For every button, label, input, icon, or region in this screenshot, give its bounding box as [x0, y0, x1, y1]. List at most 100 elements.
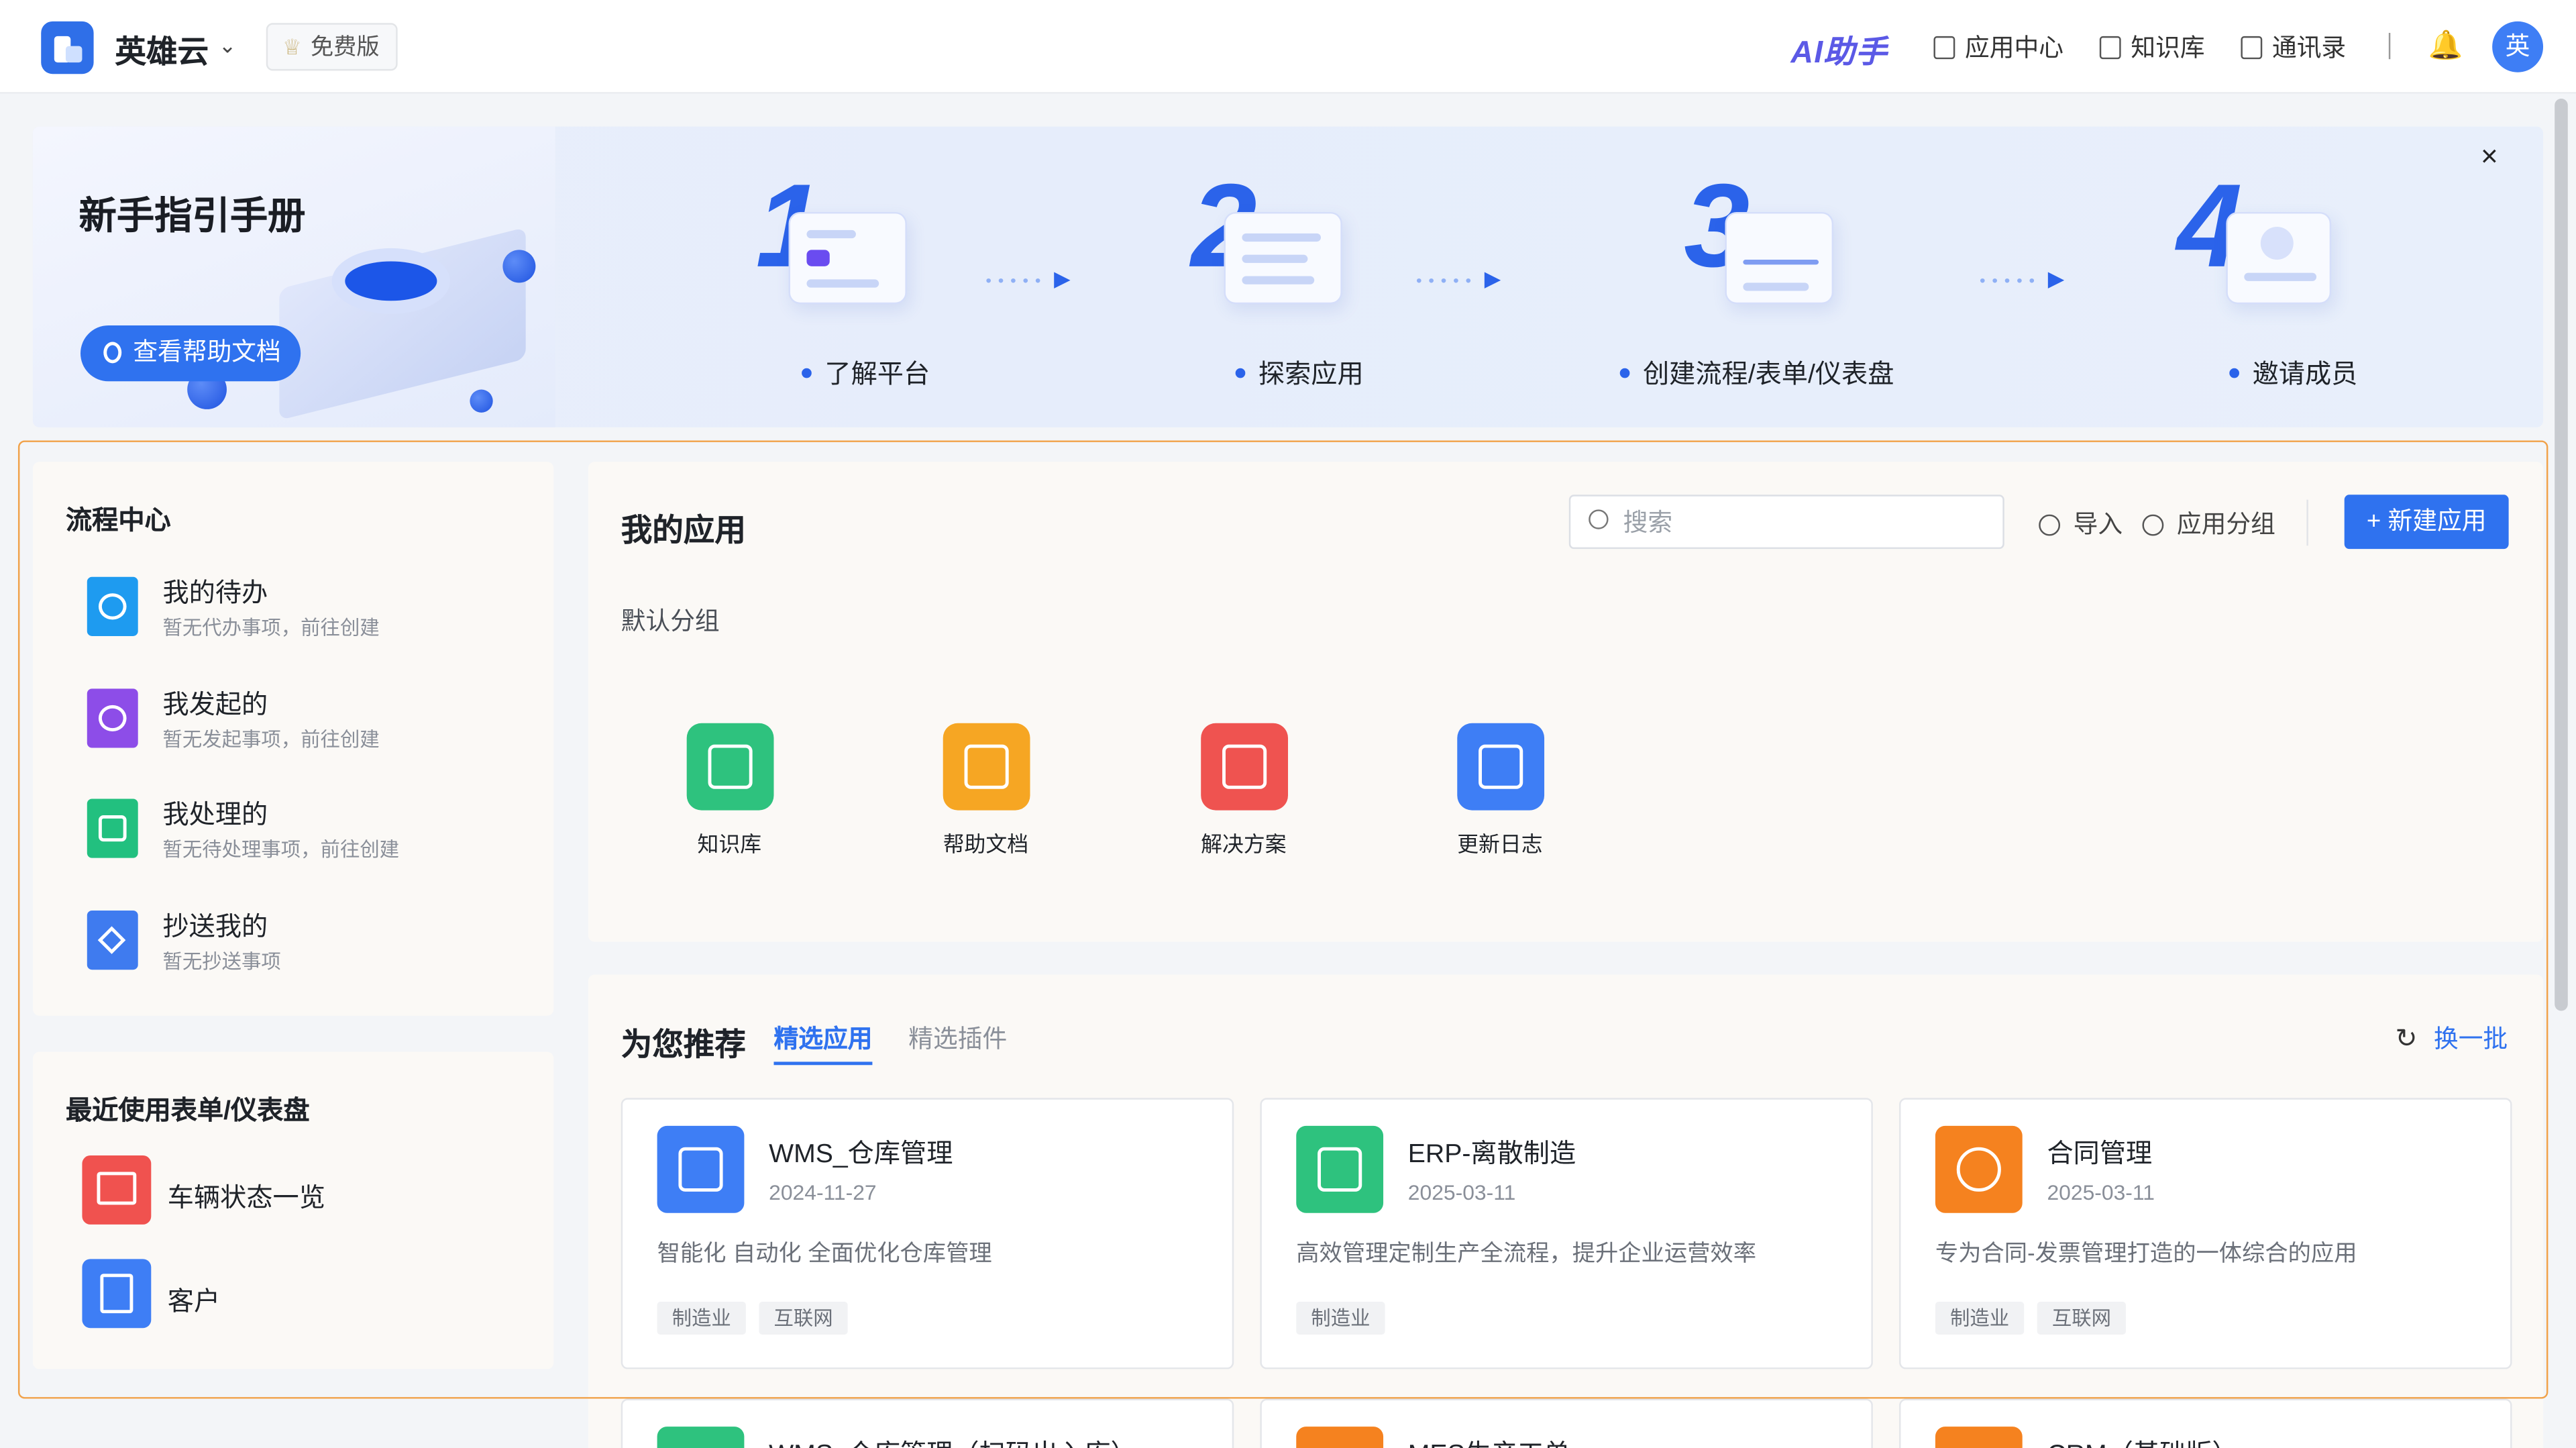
card-title: MES生产工单 [1408, 1432, 1570, 1448]
recommend-card-wms-scan[interactable]: WMS_仓库管理（扫码出入库） [621, 1398, 1234, 1448]
import-button[interactable]: 导入 [2039, 506, 2123, 540]
app-grouping-label: 应用分组 [2176, 511, 2275, 539]
tab-featured-apps[interactable]: 精选应用 [773, 1021, 873, 1066]
app-logo-icon[interactable] [41, 21, 94, 74]
flow-item-cc-me[interactable]: 抄送我的 暂无抄送事项 [87, 904, 547, 983]
location-pin-icon [103, 342, 122, 364]
recent-forms-title: 最近使用表单/仪表盘 [65, 1098, 310, 1126]
close-icon[interactable]: × [2481, 140, 2498, 174]
bell-icon[interactable]: 🔔 [2428, 30, 2463, 62]
nav-divider [2388, 32, 2391, 60]
warehouse-icon [657, 1125, 745, 1213]
user-avatar[interactable]: 英 [2492, 21, 2544, 72]
recent-item-customer[interactable]: 客户 [82, 1259, 542, 1329]
cloud-upload-icon [2039, 514, 2061, 536]
flow-item-my-todo[interactable]: 我的待办 暂无代办事项，前往创建 [87, 570, 547, 650]
nav-app-center[interactable]: 应用中心 [1933, 30, 2063, 64]
flow-item-initiated[interactable]: 我发起的 暂无发起事项，前往创建 [87, 682, 547, 762]
recommend-card-contract[interactable]: 合同管理 2025-03-11 专为合同-发票管理打造的一体综合的应用 制造业互… [1899, 1098, 2512, 1369]
nav-contacts-label: 通讯录 [2271, 34, 2347, 63]
refresh-button[interactable]: ↻ 换一批 [2396, 1021, 2508, 1055]
card-date: 2024-11-27 [769, 1180, 877, 1205]
crm-icon [1935, 1427, 2023, 1448]
card-title: 合同管理 [2047, 1140, 2153, 1169]
app-tile-solutions[interactable]: 解决方案 [1178, 723, 1309, 858]
app-tile-label: 帮助文档 [943, 831, 1029, 857]
calendar-card-icon [1456, 723, 1544, 811]
dashboard-icon [82, 1155, 152, 1225]
step-arrow: ••••• ▶ [1416, 266, 1501, 291]
app-tile-label: 解决方案 [1201, 831, 1287, 857]
recent-item-vehicle-status[interactable]: 车辆状态一览 [82, 1155, 542, 1225]
new-app-button[interactable]: + 新建应用 [2344, 495, 2509, 550]
target-window-icon [1199, 723, 1287, 811]
search-input[interactable] [1623, 503, 1985, 543]
edition-badge[interactable]: ♕ 免费版 [266, 23, 398, 71]
recommend-card-crm[interactable]: CRM（基础版） [1899, 1398, 2512, 1448]
my-apps-panel: 我的应用 导入 应用分组 + 新建应用 默认分组 知识库 帮助文档 解决方案 更… [588, 462, 2544, 942]
app-tile-changelog[interactable]: 更新日志 [1434, 723, 1566, 858]
card-title: ERP-离散制造 [1407, 1140, 1576, 1169]
platform-illustration-icon [788, 211, 907, 305]
card-tags: 制造业 互联网 [657, 1302, 861, 1335]
step-create-workflow[interactable]: 3 创建流程/表单/仪表盘 [1610, 127, 2004, 427]
card-title: WMS_仓库管理 [769, 1140, 953, 1169]
page-scrollbar[interactable] [2555, 98, 2568, 1011]
flow-item-label: 我发起的 [162, 692, 268, 720]
contacts-icon [2241, 36, 2263, 60]
help-docs-label: 查看帮助文档 [133, 338, 281, 367]
tag: 制造业 [1935, 1302, 2025, 1335]
chart-illustration-icon [1725, 211, 1834, 305]
app-tile-label: 更新日志 [1457, 831, 1543, 857]
tab-featured-plugins[interactable]: 精选插件 [908, 1021, 1007, 1055]
nav-knowledge-base-label: 知识库 [2131, 34, 2205, 63]
card-description: 专为合同-发票管理打造的一体综合的应用 [1935, 1239, 2357, 1266]
card-tags: 制造业 互联网 [1935, 1302, 2139, 1335]
chevron-down-icon[interactable]: ⌄ [219, 33, 237, 59]
flow-item-desc: 暂无发起事项，前往创建 [162, 728, 380, 752]
app-tile-label: 知识库 [697, 831, 762, 857]
flow-item-label: 我处理的 [162, 802, 268, 830]
flow-center-panel: 流程中心 我的待办 暂无代办事项，前往创建 我发起的 暂无发起事项，前往创建 我… [32, 462, 554, 1016]
flow-item-desc: 暂无待处理事项，前往创建 [162, 838, 400, 862]
flow-item-label: 我的待办 [162, 580, 268, 609]
decorative-sphere [470, 389, 493, 413]
workspace-name[interactable]: 英雄云 [115, 28, 209, 72]
tag: 互联网 [2037, 1302, 2127, 1335]
chart-doc-icon [686, 723, 773, 811]
nav-contacts[interactable]: 通讯录 [2241, 30, 2346, 64]
book-icon [2099, 36, 2121, 60]
step-invite-members[interactable]: 4 邀请成员 [2177, 127, 2506, 427]
recent-item-label: 车辆状态一览 [167, 1185, 325, 1213]
flow-center-title: 流程中心 [65, 507, 171, 536]
step-label: 邀请成员 [2229, 352, 2358, 391]
recommend-panel: 为您推荐 精选应用 精选插件 ↻ 换一批 WMS_仓库管理 2024-11-27 … [588, 974, 2544, 1448]
step-label: 探索应用 [1236, 352, 1364, 391]
ai-assistant-button[interactable]: AI助手 [1790, 28, 1888, 72]
my-apps-title: 我的应用 [621, 514, 746, 550]
app-tile-knowledge-base[interactable]: 知识库 [663, 723, 795, 858]
flow-item-processed[interactable]: 我处理的 暂无待处理事项，前往创建 [87, 792, 547, 872]
onboarding-banner: 新手指引手册 查看帮助文档 1 了解平台 •••••▶ 2 探索应用 •••••… [32, 126, 2544, 427]
app-tile-help-docs[interactable]: 帮助文档 [920, 723, 1051, 858]
form-icon [82, 1259, 152, 1329]
app-search-box[interactable] [1568, 495, 2004, 550]
app-grouping-button[interactable]: 应用分组 [2142, 506, 2275, 540]
decorative-ring [345, 261, 437, 301]
flow-item-desc: 暂无代办事项，前往创建 [162, 616, 380, 639]
help-docs-button[interactable]: 查看帮助文档 [80, 325, 301, 382]
recommend-card-mes[interactable]: MES生产工单 [1260, 1398, 1873, 1448]
decorative-sphere [502, 250, 536, 283]
toolbar-divider [2306, 499, 2308, 546]
recommend-card-erp[interactable]: ERP-离散制造 2025-03-11 高效管理定制生产全流程，提升企业运营效率… [1260, 1098, 1873, 1369]
yen-hand-icon [1935, 1125, 2023, 1213]
play-icon [87, 688, 138, 748]
recent-item-label: 客户 [167, 1288, 221, 1317]
refresh-label: 换一批 [2433, 1025, 2508, 1054]
bell-icon [87, 576, 138, 636]
top-bar: 英雄云 ⌄ ♕ 免费版 AI助手 应用中心 知识库 通讯录 🔔 英 [0, 0, 2576, 94]
search-icon [1589, 509, 1609, 529]
nav-knowledge-base[interactable]: 知识库 [2099, 30, 2205, 64]
card-description: 智能化 自动化 全面优化仓库管理 [657, 1239, 992, 1266]
recommend-card-wms[interactable]: WMS_仓库管理 2024-11-27 智能化 自动化 全面优化仓库管理 制造业… [621, 1098, 1234, 1369]
